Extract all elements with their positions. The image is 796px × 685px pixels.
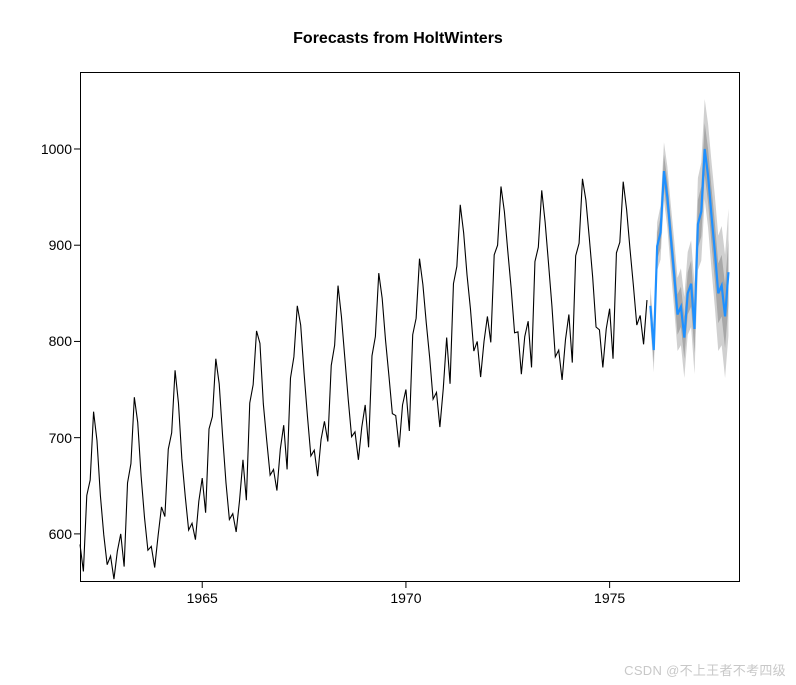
series-observed (80, 179, 647, 579)
watermark-text: CSDN @不上王者不考四级 (624, 660, 786, 679)
y-tick-label: 700 (2, 430, 72, 446)
chart-svg (80, 72, 740, 582)
y-tick-label: 600 (2, 526, 72, 542)
x-tick-label: 1975 (594, 590, 625, 606)
prediction-interval-hi95 (650, 99, 728, 378)
y-tick-label: 900 (2, 237, 72, 253)
y-tick-label: 800 (2, 333, 72, 349)
x-tick-label: 1965 (187, 590, 218, 606)
chart-title: Forecasts from HoltWinters (0, 30, 796, 48)
y-tick-label: 1000 (2, 141, 72, 157)
x-tick-label: 1970 (390, 590, 421, 606)
